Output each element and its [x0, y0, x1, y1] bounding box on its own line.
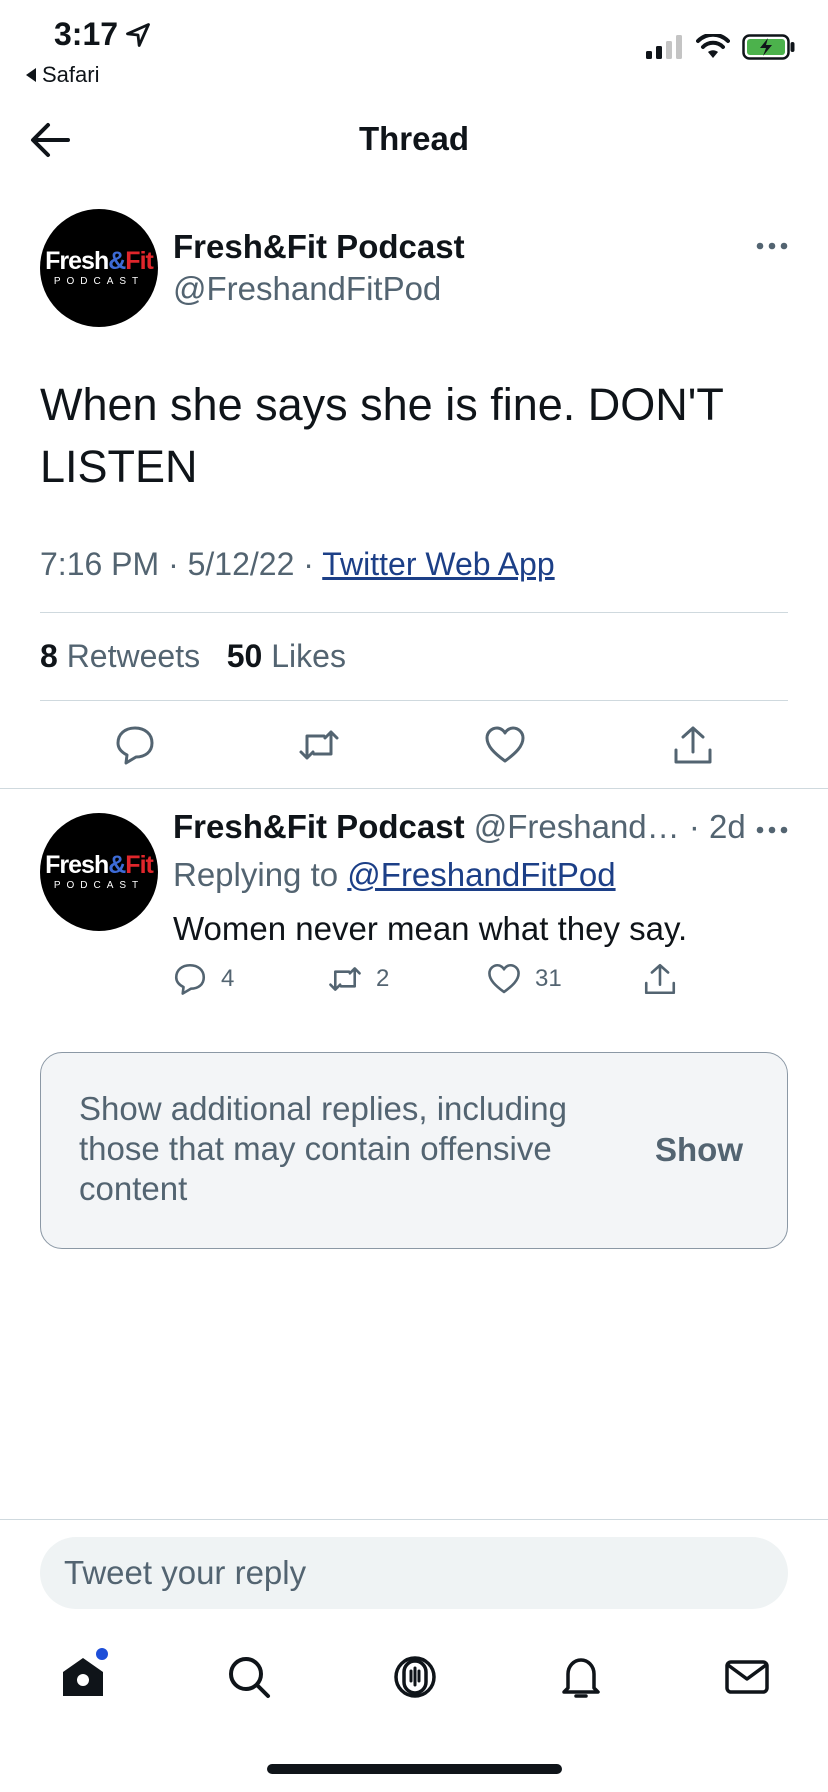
back-app-label: Safari — [42, 62, 100, 87]
reply-reply-button[interactable]: 4 — [173, 962, 234, 996]
tab-messages[interactable] — [722, 1652, 772, 1702]
tweet-meta: 7:16 PM · 5/12/22 · Twitter Web App — [40, 546, 555, 583]
likes-stat[interactable]: 50 Likes — [227, 638, 346, 674]
show-button[interactable]: Show — [655, 1131, 743, 1169]
reply-more-options-icon[interactable] — [752, 820, 792, 840]
share-icon — [644, 963, 676, 995]
battery-charging-icon — [742, 34, 795, 60]
reply-text: Women never mean what they say. — [173, 910, 688, 947]
like-icon[interactable] — [484, 724, 526, 766]
replying-to: Replying to @FreshandFitPod — [173, 856, 616, 894]
share-icon[interactable] — [672, 724, 714, 766]
retweets-stat[interactable]: 8 Retweets — [40, 638, 200, 674]
tweet-time: 7:16 PM — [40, 546, 160, 582]
meta-separator: · — [679, 808, 709, 845]
reply-author-name[interactable]: Fresh&Fit Podcast — [173, 808, 465, 845]
thread-header: Thread — [0, 110, 828, 170]
tab-home[interactable] — [58, 1648, 108, 1702]
tab-notifications[interactable] — [556, 1652, 606, 1702]
tab-search[interactable] — [224, 1652, 274, 1702]
tweet-text: When she says she is fine. DON'T LISTEN — [40, 379, 724, 492]
reply-actions: 4 2 31 — [173, 962, 733, 1002]
retweet-icon[interactable] — [298, 724, 340, 766]
reply-input[interactable] — [64, 1537, 764, 1609]
like-icon — [488, 963, 520, 994]
author-avatar[interactable]: Fresh&Fit PODCAST — [40, 209, 158, 327]
retweet-icon — [329, 967, 361, 991]
divider — [0, 1519, 828, 1520]
messages-icon — [725, 1660, 769, 1694]
home-notification-dot — [96, 1648, 108, 1660]
tab-spaces[interactable] — [390, 1652, 440, 1702]
replying-to-mention[interactable]: @FreshandFitPod — [347, 856, 615, 893]
reply-replies-count: 4 — [221, 965, 235, 992]
tweet-actions — [0, 724, 828, 772]
tweet-date: 5/12/22 — [187, 546, 295, 582]
wifi-icon — [696, 34, 730, 58]
tweet-stats: 8 Retweets 50 Likes — [40, 638, 346, 675]
reply-icon[interactable] — [114, 724, 156, 766]
page-title: Thread — [358, 120, 470, 157]
avatar-logo: Fresh&Fit — [45, 851, 154, 879]
search-icon — [229, 1657, 270, 1698]
reply-header: Fresh&Fit Podcast @Freshand… · 2d — [173, 808, 746, 846]
reply-author-avatar[interactable]: Fresh&Fit PODCAST — [40, 813, 158, 931]
signal-icon — [646, 35, 682, 59]
meta-separator: · — [168, 546, 188, 582]
status-time: 3:17 — [54, 16, 152, 53]
meta-separator: · — [303, 546, 323, 582]
avatar-logo-subtitle: PODCAST — [53, 880, 145, 891]
reply-icon — [174, 963, 206, 995]
reply-age: 2d — [708, 808, 746, 845]
back-triangle-icon — [26, 68, 36, 82]
avatar-logo: Fresh&Fit — [45, 247, 154, 275]
spaces-icon — [394, 1656, 436, 1698]
reply-share-button[interactable] — [643, 962, 677, 996]
home-indicator[interactable] — [267, 1764, 562, 1774]
tab-bar — [0, 1640, 828, 1710]
status-icons — [646, 34, 796, 60]
show-additional-replies-box: Show additional replies, including those… — [40, 1052, 788, 1249]
reply-retweet-button[interactable]: 2 — [328, 962, 389, 996]
notifications-icon — [562, 1658, 600, 1698]
show-additional-replies-message: Show additional replies, including those… — [79, 1090, 567, 1207]
status-bar: 3:17 Safari — [0, 0, 828, 96]
author-name[interactable]: Fresh&Fit Podcast — [173, 228, 465, 266]
tweet-source-link[interactable]: Twitter Web App — [322, 546, 554, 582]
avatar-logo-subtitle: PODCAST — [53, 276, 145, 287]
location-arrow-icon — [126, 22, 150, 47]
reply-composer[interactable] — [40, 1537, 788, 1609]
replying-to-prefix: Replying to — [173, 856, 339, 893]
status-time-text: 3:17 — [54, 16, 119, 52]
more-options-icon[interactable] — [752, 236, 792, 256]
reply-likes-count: 31 — [535, 965, 562, 992]
reply-retweets-count: 2 — [376, 965, 390, 992]
author-handle[interactable]: @FreshandFitPod — [173, 270, 441, 308]
divider — [0, 788, 828, 789]
reply-author-handle[interactable]: @Freshand… — [474, 808, 680, 845]
divider — [40, 612, 788, 613]
reply-like-button[interactable]: 31 — [487, 962, 562, 996]
divider — [40, 700, 788, 701]
back-to-app[interactable]: Safari — [26, 62, 99, 88]
